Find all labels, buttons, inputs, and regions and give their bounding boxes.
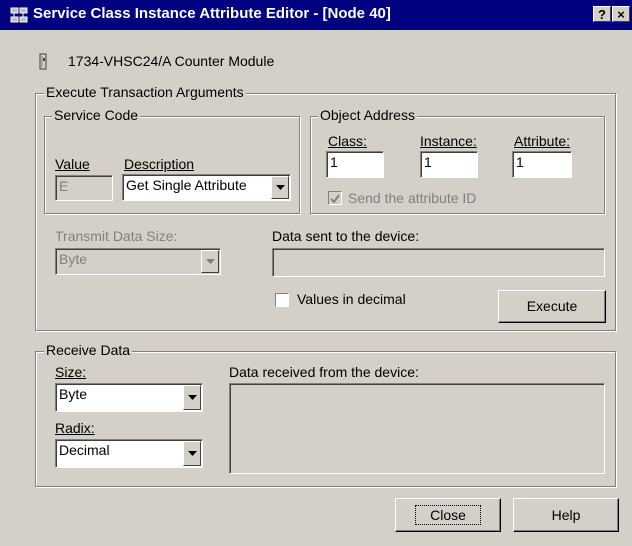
attribute-label: Attribute: xyxy=(514,133,571,149)
execute-button-label: Execute xyxy=(526,298,578,314)
description-value: Get Single Attribute xyxy=(126,177,247,193)
receive-data-label: Receive Data xyxy=(44,342,133,358)
description-dropdown-button[interactable] xyxy=(271,176,289,199)
chevron-down-icon xyxy=(188,394,197,400)
size-value: Byte xyxy=(59,386,88,402)
radix-dropdown-button[interactable] xyxy=(183,441,201,466)
app-network-icon xyxy=(10,6,28,24)
chevron-down-icon xyxy=(206,258,215,264)
close-title-button[interactable]: × xyxy=(612,6,630,22)
title-bar[interactable]: Service Class Instance Attribute Editor … xyxy=(0,0,632,30)
transmit-size-value: Byte xyxy=(59,251,88,267)
description-combo[interactable]: Get Single Attribute xyxy=(122,174,291,201)
instance-input[interactable]: 1 xyxy=(420,151,478,178)
device-name: 1734-VHSC24/A Counter Module xyxy=(68,53,275,69)
data-sent-field[interactable] xyxy=(272,248,605,277)
radix-combo[interactable]: Decimal xyxy=(55,439,203,468)
dialog-window: Service Class Instance Attribute Editor … xyxy=(0,0,632,546)
size-dropdown-button[interactable] xyxy=(183,385,201,410)
send-attribute-label: Send the attribute ID xyxy=(348,190,477,206)
window-title: Service Class Instance Attribute Editor … xyxy=(33,5,391,22)
chevron-down-icon xyxy=(188,450,197,456)
service-value-field: E xyxy=(55,175,113,201)
help-button-label: Help xyxy=(551,507,581,523)
class-input[interactable]: 1 xyxy=(326,151,384,178)
radix-label: Radix: xyxy=(55,420,95,436)
data-sent-label: Data sent to the device: xyxy=(272,228,420,244)
values-decimal-label: Values in decimal xyxy=(297,291,406,307)
data-received-label: Data received from the device: xyxy=(229,364,419,380)
class-label: Class: xyxy=(328,133,367,149)
close-button[interactable]: Close xyxy=(395,498,501,532)
execute-button[interactable]: Execute xyxy=(498,290,606,323)
transmit-size-combo: Byte xyxy=(55,248,221,275)
help-button[interactable]: Help xyxy=(513,498,619,532)
radix-value: Decimal xyxy=(59,442,110,458)
execute-arguments-label: Execute Transaction Arguments xyxy=(44,84,246,100)
description-label: Description xyxy=(124,156,195,172)
value-label: Value xyxy=(55,156,90,172)
checkmark-icon xyxy=(330,194,340,204)
transmit-size-dropdown-button xyxy=(201,250,219,273)
chevron-down-icon xyxy=(276,184,285,190)
service-code-label: Service Code xyxy=(52,107,141,123)
size-combo[interactable]: Byte xyxy=(55,383,203,412)
size-label: Size: xyxy=(55,364,87,380)
send-attribute-checkbox xyxy=(328,191,342,205)
help-title-button[interactable]: ? xyxy=(593,6,611,22)
data-received-field[interactable] xyxy=(229,383,605,474)
close-button-label: Close xyxy=(415,505,481,525)
device-module-icon xyxy=(38,52,48,72)
transmit-size-label: Transmit Data Size: xyxy=(55,228,178,244)
values-decimal-checkbox[interactable] xyxy=(275,293,289,307)
object-address-label: Object Address xyxy=(318,107,417,123)
instance-label: Instance: xyxy=(420,133,477,149)
attribute-input[interactable]: 1 xyxy=(512,151,572,178)
